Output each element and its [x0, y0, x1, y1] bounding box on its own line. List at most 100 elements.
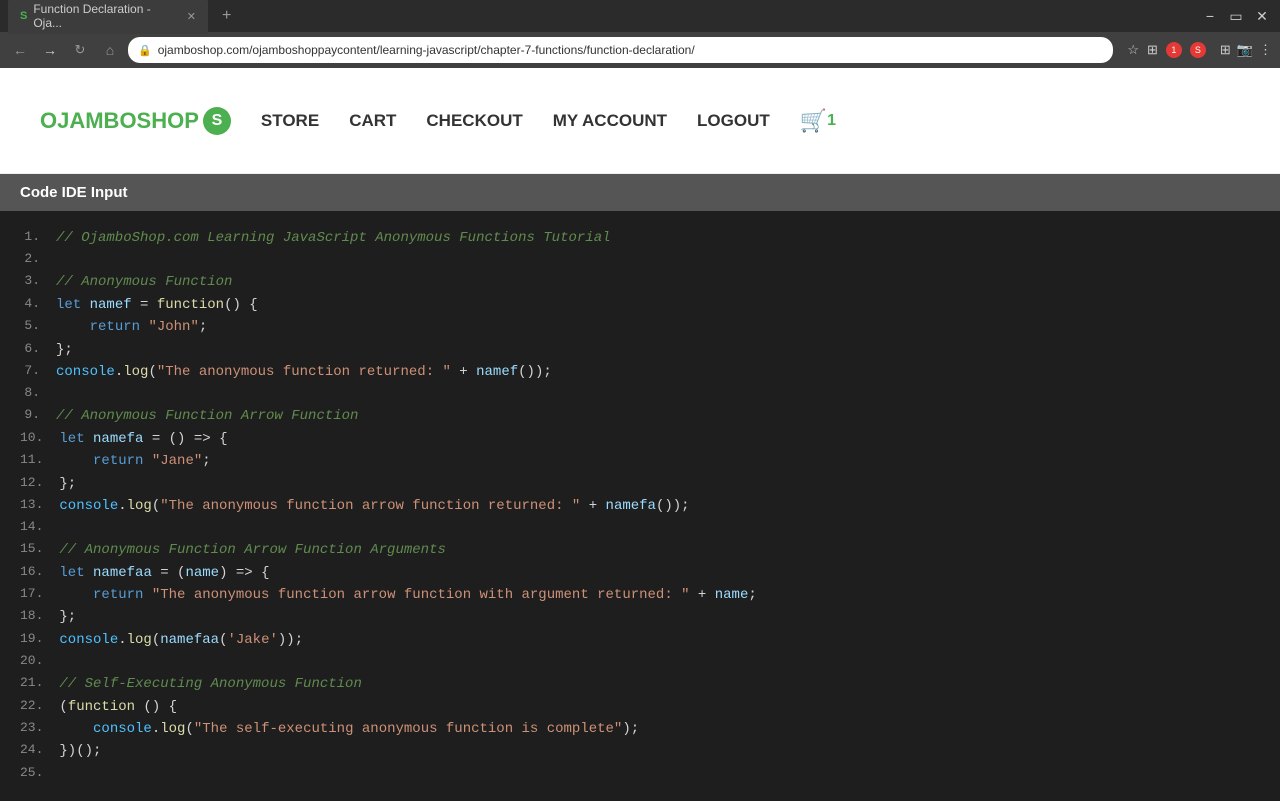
code-line-1: 1. // OjamboShop.com Learning JavaScript… [20, 227, 1280, 249]
star-icon[interactable]: ☆ [1127, 42, 1139, 58]
line-num-11: 11. [20, 450, 59, 472]
cart-count: 1 [827, 112, 836, 130]
line-num-19: 19. [20, 629, 59, 651]
maximize-button[interactable]: ▭ [1226, 8, 1246, 25]
browser-window: S Function Declaration - Oja... ✕ + − ▭ … [0, 0, 1280, 68]
code-line-9: 9. // Anonymous Function Arrow Function [20, 405, 1280, 427]
line-num-2: 2. [20, 249, 56, 271]
code-line-22: 22. (function () { [20, 696, 1280, 718]
address-bar[interactable]: 🔒 ojamboshop.com/ojamboshoppaycontent/le… [128, 37, 1113, 63]
code-line-6: 6. }; [20, 339, 1280, 361]
site-logo[interactable]: OJAMBOSHOP S [40, 107, 231, 135]
line-content-10: let namefa = () => { [59, 428, 227, 450]
nav-cart[interactable]: CART [349, 111, 396, 131]
line-num-25: 25. [20, 763, 59, 785]
close-button[interactable]: ✕ [1252, 8, 1272, 25]
line-content-5: return "John"; [56, 316, 207, 338]
code-line-3: 3. // Anonymous Function [20, 271, 1280, 293]
line-num-9: 9. [20, 405, 56, 427]
line-num-12: 12. [20, 473, 59, 495]
line-num-1: 1. [20, 227, 56, 249]
code-ide-body[interactable]: 1. // OjamboShop.com Learning JavaScript… [0, 211, 1280, 801]
line-num-15: 15. [20, 539, 59, 561]
line-content-24: })(); [59, 740, 101, 762]
new-tab-button[interactable]: + [216, 7, 237, 25]
home-button[interactable]: ⌂ [98, 42, 122, 58]
line-num-16: 16. [20, 562, 59, 584]
line-num-17: 17. [20, 584, 59, 606]
minimize-button[interactable]: − [1200, 8, 1220, 24]
code-line-12: 12. }; [20, 473, 1280, 495]
nav-checkout[interactable]: CHECKOUT [426, 111, 522, 131]
line-content-22: (function () { [59, 696, 177, 718]
extension-badge-1[interactable]: 1 [1166, 42, 1182, 58]
line-content-11: return "Jane"; [59, 450, 210, 472]
line-num-14: 14. [20, 517, 59, 539]
code-line-18: 18. }; [20, 606, 1280, 628]
line-num-22: 22. [20, 696, 59, 718]
screenshot-button[interactable]: 📷 [1237, 42, 1253, 58]
browser-titlebar: S Function Declaration - Oja... ✕ + − ▭ … [0, 0, 1280, 32]
line-content-23: console.log("The self-executing anonymou… [59, 718, 639, 740]
back-button[interactable]: ← [8, 42, 32, 58]
line-content-18: }; [59, 606, 76, 628]
extension-badge-2[interactable]: S [1190, 42, 1206, 58]
code-line-25: 25. [20, 763, 1280, 785]
line-content-13: console.log("The anonymous function arro… [59, 495, 689, 517]
cart-icon: 🛒 [800, 108, 827, 134]
line-content-9: // Anonymous Function Arrow Function [56, 405, 358, 427]
code-line-17: 17. return "The anonymous function arrow… [20, 584, 1280, 606]
line-content-16: let namefaa = (name) => { [59, 562, 269, 584]
code-line-24: 24. })(); [20, 740, 1280, 762]
line-content-6: }; [56, 339, 73, 361]
line-content-4: let namef = function() { [56, 294, 258, 316]
tab-favicon: S [20, 10, 27, 22]
code-ide-section: Code IDE Input 1. // OjamboShop.com Lear… [0, 174, 1280, 801]
browser-tab[interactable]: S Function Declaration - Oja... ✕ [8, 0, 208, 34]
site-navigation: OJAMBOSHOP S STORE CART CHECKOUT MY ACCO… [0, 68, 1280, 174]
line-content-17: return "The anonymous function arrow fun… [59, 584, 756, 606]
browser-toolbar: ← → ↻ ⌂ 🔒 ojamboshop.com/ojamboshoppayco… [0, 32, 1280, 68]
nav-myaccount[interactable]: MY ACCOUNT [553, 111, 667, 131]
forward-button[interactable]: → [38, 42, 62, 58]
settings-icon[interactable]: ⋮ [1259, 42, 1272, 58]
cart-button[interactable]: 🛒 1 [800, 108, 836, 134]
tab-close-button[interactable]: ✕ [187, 10, 196, 23]
code-line-2: 2. [20, 249, 1280, 271]
code-line-16: 16. let namefaa = (name) => { [20, 562, 1280, 584]
logo-icon: S [203, 107, 231, 135]
line-content-21: // Self-Executing Anonymous Function [59, 673, 361, 695]
line-content-15: // Anonymous Function Arrow Function Arg… [59, 539, 445, 561]
code-line-20: 20. [20, 651, 1280, 673]
security-icon: 🔒 [138, 44, 152, 57]
nav-logout[interactable]: LOGOUT [697, 111, 770, 131]
sidebar-toggle[interactable]: ⊞ [1220, 42, 1231, 58]
reload-button[interactable]: ↻ [68, 42, 92, 58]
line-num-6: 6. [20, 339, 56, 361]
code-line-15: 15. // Anonymous Function Arrow Function… [20, 539, 1280, 561]
code-line-4: 4. let namef = function() { [20, 294, 1280, 316]
line-content-7: console.log("The anonymous function retu… [56, 361, 552, 383]
tab-title: Function Declaration - Oja... [33, 2, 176, 30]
line-num-7: 7. [20, 361, 56, 383]
line-num-8: 8. [20, 383, 56, 405]
nav-links: STORE CART CHECKOUT MY ACCOUNT LOGOUT [261, 111, 770, 131]
line-num-23: 23. [20, 718, 59, 740]
code-line-21: 21. // Self-Executing Anonymous Function [20, 673, 1280, 695]
browser-extension-actions: ☆ ⊞ 1 S [1127, 42, 1206, 58]
line-num-20: 20. [20, 651, 59, 673]
line-num-24: 24. [20, 740, 59, 762]
line-num-5: 5. [20, 316, 56, 338]
line-content-19: console.log(namefaa('Jake')); [59, 629, 303, 651]
code-line-14: 14. [20, 517, 1280, 539]
code-line-5: 5. return "John"; [20, 316, 1280, 338]
rss-icon[interactable]: ⊞ [1147, 42, 1158, 58]
nav-store[interactable]: STORE [261, 111, 319, 131]
line-num-3: 3. [20, 271, 56, 293]
line-content-12: }; [59, 473, 76, 495]
line-num-21: 21. [20, 673, 59, 695]
line-num-10: 10. [20, 428, 59, 450]
line-num-13: 13. [20, 495, 59, 517]
line-num-18: 18. [20, 606, 59, 628]
code-line-7: 7. console.log("The anonymous function r… [20, 361, 1280, 383]
